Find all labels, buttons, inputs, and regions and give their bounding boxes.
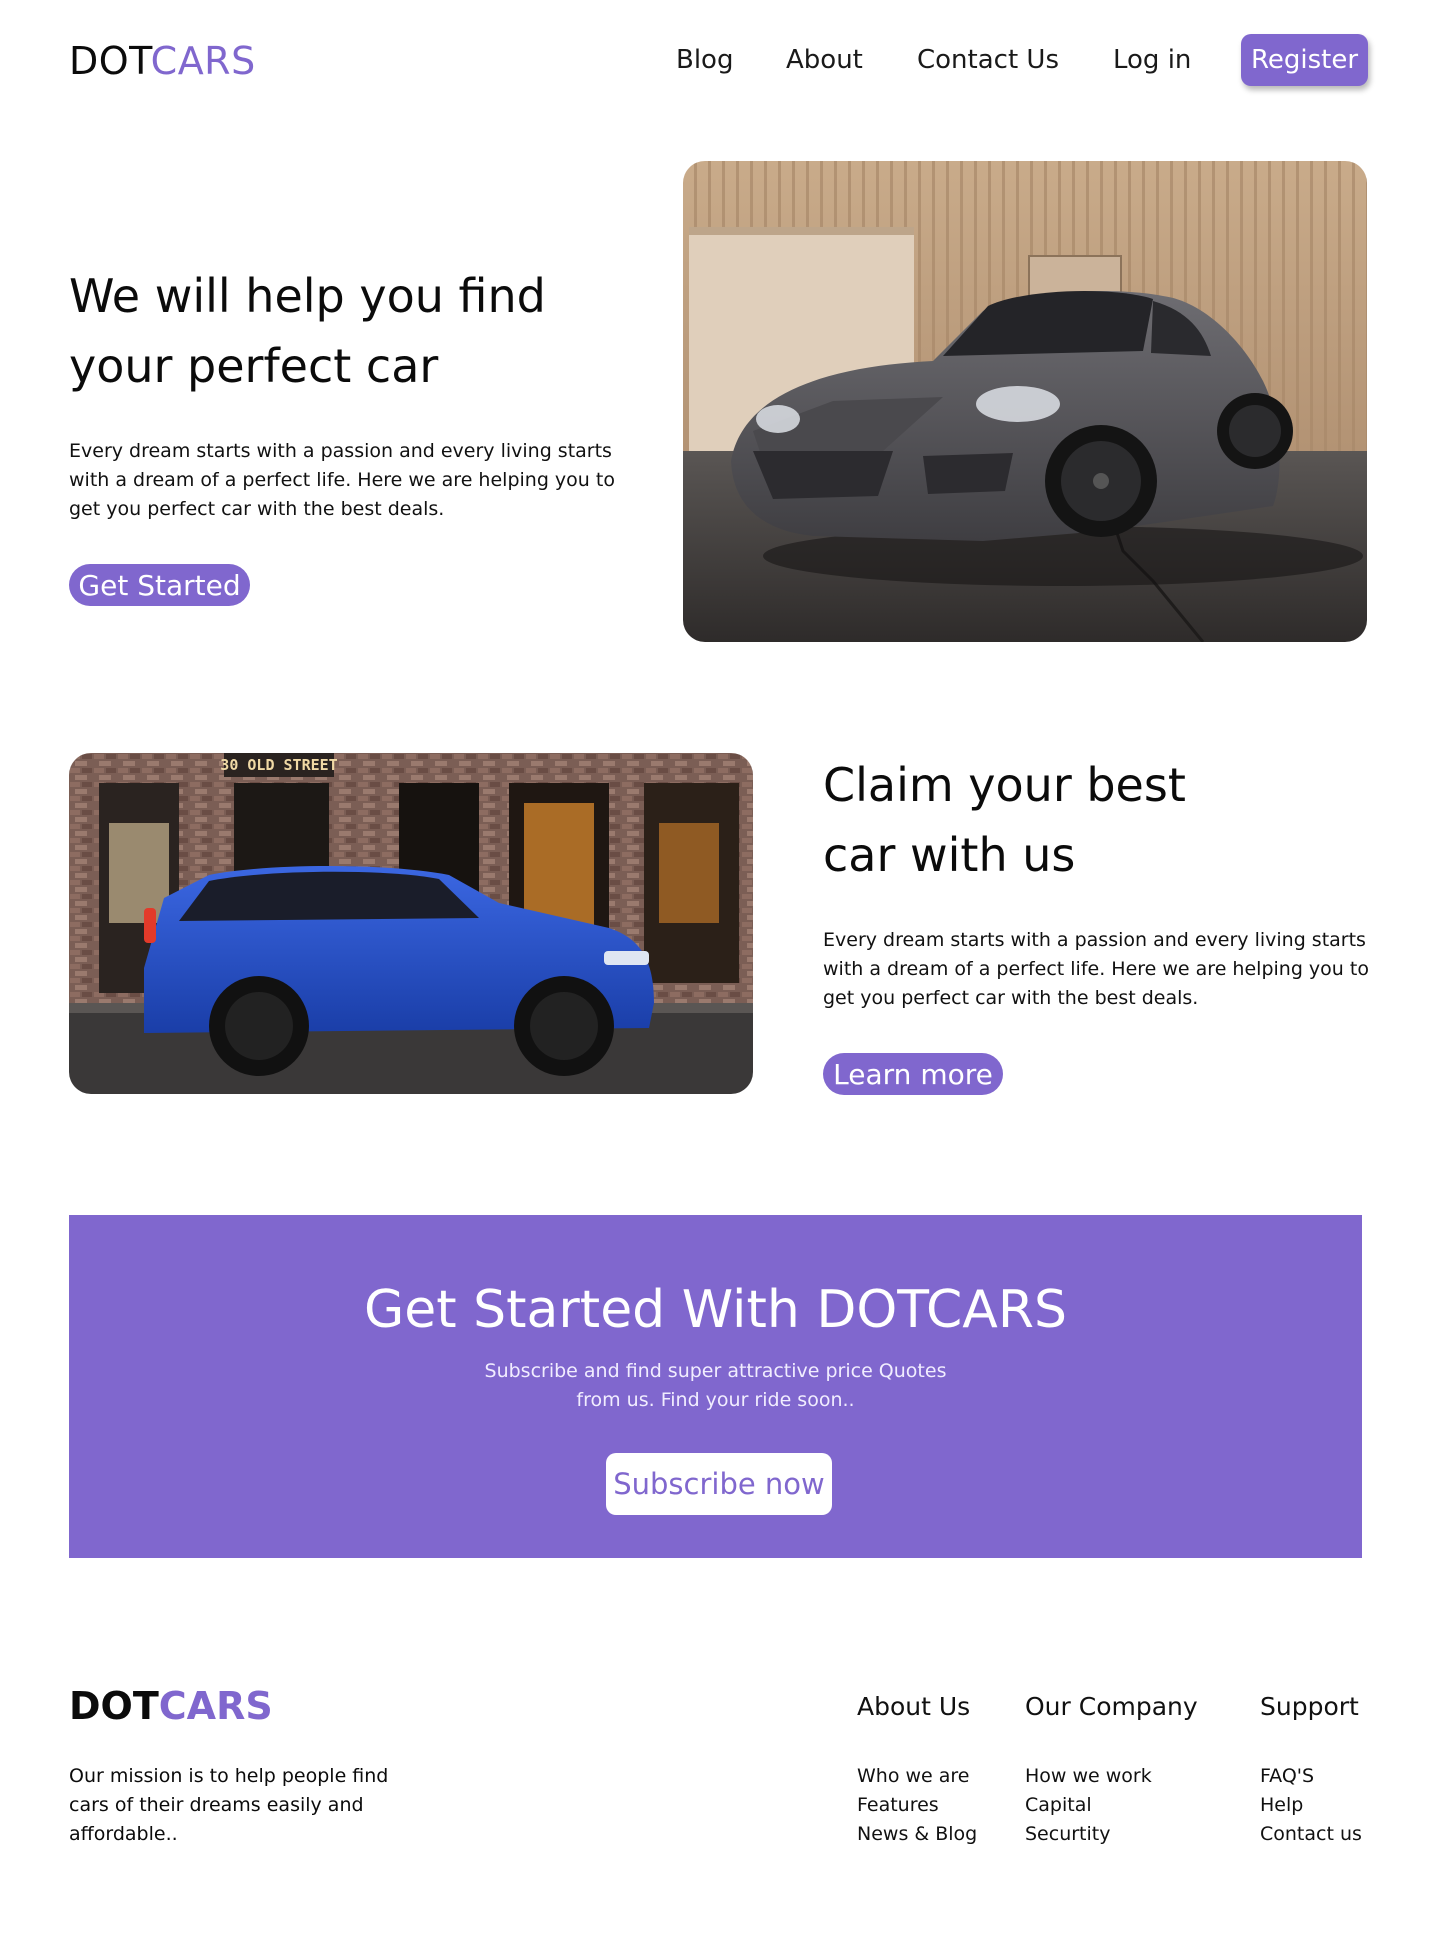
footer-links-support: FAQ'S Help Contact us <box>1260 1762 1362 1849</box>
footer-links-about: Who we are Features News & Blog <box>857 1762 977 1849</box>
subscribe-now-button[interactable]: Subscribe now <box>606 1453 832 1515</box>
footer-logo[interactable]: DOTCARS <box>69 1683 273 1729</box>
footer-link-help[interactable]: Help <box>1260 1791 1362 1820</box>
footer-link-how-we-work[interactable]: How we work <box>1025 1762 1152 1791</box>
nav-link-login[interactable]: Log in <box>1113 42 1191 78</box>
storefront-sign: 30 OLD STREET <box>220 756 337 774</box>
claim-description-line: Every dream starts with a passion and ev… <box>823 929 1366 951</box>
nav-link-blog[interactable]: Blog <box>676 42 733 78</box>
hero-title-line: We will help you find <box>69 269 546 323</box>
footer-link-capital[interactable]: Capital <box>1025 1791 1152 1820</box>
brand-logo[interactable]: DOTCARS <box>69 38 256 84</box>
footer-heading-about: About Us <box>857 1692 971 1721</box>
footer-mission-line: affordable.. <box>69 1823 178 1845</box>
footer-logo-dark: DOT <box>69 1684 159 1728</box>
nav-link-contact[interactable]: Contact Us <box>917 42 1059 78</box>
hero-description-line: with a dream of a perfect life. Here we … <box>69 469 615 491</box>
claim-title: Claim your best car with us <box>823 750 1186 890</box>
footer-mission-line: Our mission is to help people find <box>69 1765 389 1787</box>
blue-suv-image: 30 OLD STREET <box>69 753 753 1094</box>
subscribe-banner: Get Started With DOTCARS Subscribe and f… <box>69 1215 1362 1558</box>
cta-title: Get Started With DOTCARS <box>363 1280 1068 1340</box>
nav-link-about[interactable]: About <box>786 42 863 78</box>
hero-title-line: your perfect car <box>69 339 439 393</box>
footer-links-company: How we work Capital Securtity <box>1025 1762 1152 1849</box>
footer-heading-company: Our Company <box>1025 1692 1198 1721</box>
footer-link-faqs[interactable]: FAQ'S <box>1260 1762 1362 1791</box>
blue-suv-illustration: 30 OLD STREET <box>69 753 753 1094</box>
claim-description: Every dream starts with a passion and ev… <box>823 926 1383 1013</box>
register-button[interactable]: Register <box>1241 34 1368 86</box>
footer-heading-support: Support <box>1260 1692 1359 1721</box>
claim-description-line: get you perfect car with the best deals. <box>823 987 1199 1009</box>
claim-title-line: Claim your best <box>823 758 1186 812</box>
logo-accent-text: CARS <box>150 39 256 83</box>
cta-subtitle: Subscribe and find super attractive pric… <box>69 1357 1362 1415</box>
logo-dark-text: DOT <box>69 39 151 83</box>
footer-link-news-blog[interactable]: News & Blog <box>857 1820 977 1849</box>
hero-title: We will help you find your perfect car <box>69 261 546 401</box>
get-started-button[interactable]: Get Started <box>69 564 250 606</box>
footer-logo-accent: CARS <box>158 1684 273 1728</box>
hero-car-image <box>683 161 1367 642</box>
cta-subtitle-line: from us. Find your ride soon.. <box>576 1389 855 1411</box>
footer-mission-line: cars of their dreams easily and <box>69 1794 364 1816</box>
hero-description: Every dream starts with a passion and ev… <box>69 437 629 524</box>
claim-description-line: with a dream of a perfect life. Here we … <box>823 958 1369 980</box>
hero-description-line: get you perfect car with the best deals. <box>69 498 445 520</box>
cta-subtitle-line: Subscribe and find super attractive pric… <box>484 1360 947 1382</box>
learn-more-button[interactable]: Learn more <box>823 1053 1003 1095</box>
footer-link-features[interactable]: Features <box>857 1791 977 1820</box>
footer-link-contact-us[interactable]: Contact us <box>1260 1820 1362 1849</box>
claim-title-line: car with us <box>823 828 1076 882</box>
footer-mission: Our mission is to help people find cars … <box>69 1762 429 1849</box>
hero-description-line: Every dream starts with a passion and ev… <box>69 440 612 462</box>
footer-link-security[interactable]: Securtity <box>1025 1820 1152 1849</box>
grey-sports-car-illustration <box>683 161 1367 642</box>
footer-link-who-we-are[interactable]: Who we are <box>857 1762 977 1791</box>
